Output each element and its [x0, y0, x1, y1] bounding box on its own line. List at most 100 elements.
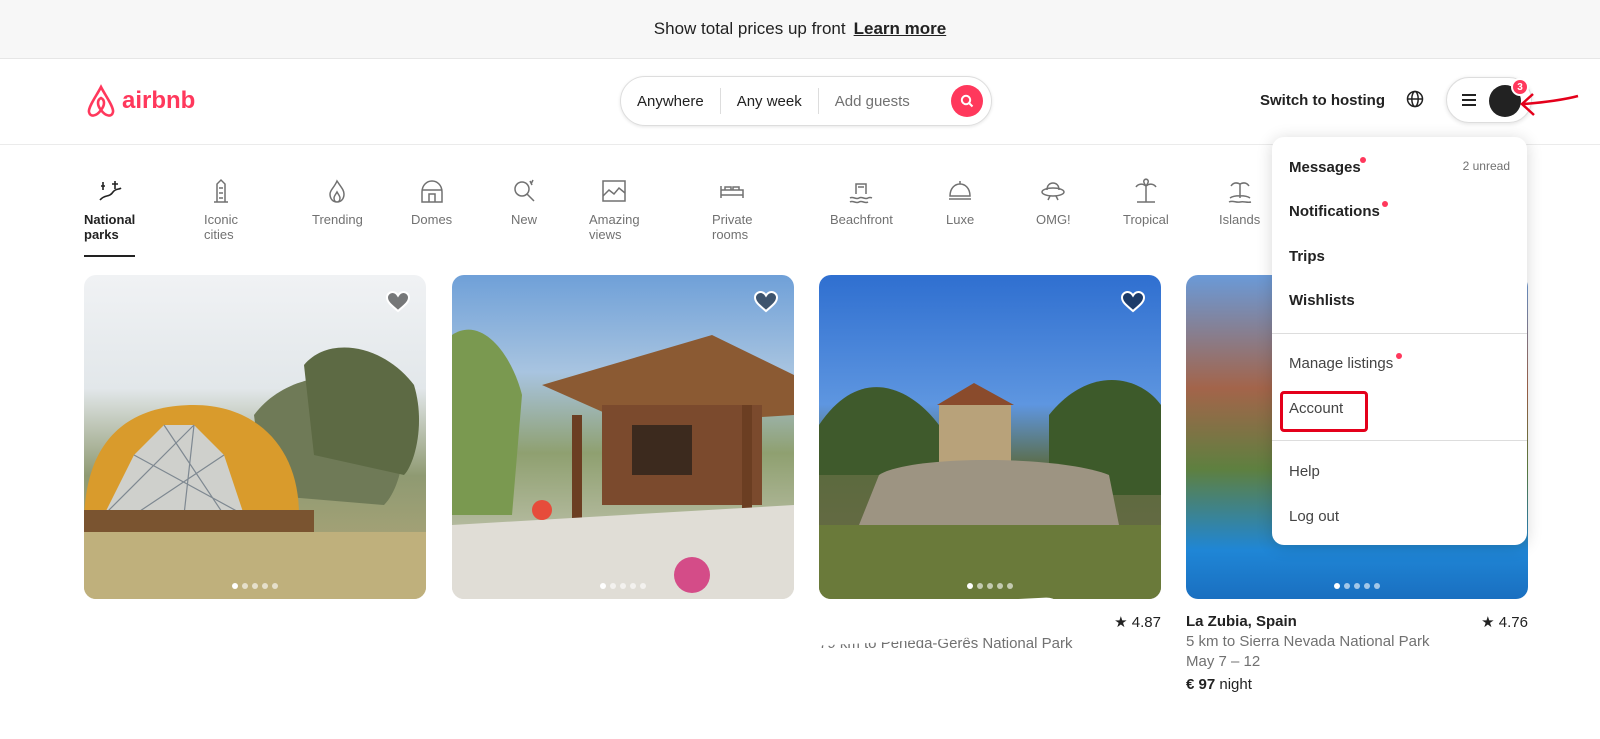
category-label: Islands [1219, 212, 1261, 227]
heart-icon[interactable] [754, 291, 778, 313]
menu-logout[interactable]: Log out [1289, 508, 1339, 525]
luxe-icon [949, 181, 972, 200]
airbnb-logo-icon [87, 84, 115, 117]
pergola-photo-illustration [452, 329, 794, 599]
category-private-rooms[interactable]: Private rooms [712, 178, 752, 242]
stone-tower-photo-illustration [819, 380, 1161, 599]
redaction-mark [700, 676, 920, 712]
category-omg[interactable]: OMG! [1036, 178, 1071, 227]
listing-card[interactable] [84, 275, 426, 599]
rating-value: 4.87 [1131, 614, 1161, 631]
menu-manage-listings[interactable]: Manage listings [1289, 355, 1393, 372]
carousel-dots [819, 583, 1161, 589]
menu-trips[interactable]: Trips [1289, 248, 1325, 265]
messages-unread-count: 2 unread [1462, 159, 1510, 173]
search-when[interactable]: Any week [721, 93, 818, 110]
category-label: Tropical [1123, 212, 1169, 227]
category-label: Beachfront [830, 212, 893, 227]
price-unit: night [1219, 676, 1252, 693]
listing-rating: ★ 4.87 [1114, 614, 1161, 631]
category-new[interactable]: New [511, 178, 537, 227]
category-domes[interactable]: Domes [411, 178, 452, 227]
menu-help[interactable]: Help [1289, 463, 1320, 480]
listing-rating: ★ 4.76 [1481, 614, 1528, 631]
search-bar[interactable]: Anywhere Any week Add guests [620, 76, 992, 126]
carousel-dots [84, 583, 426, 589]
category-iconic-cities[interactable]: Iconic cities [204, 178, 238, 242]
logo-text: airbnb [122, 87, 196, 114]
carousel-dots [1186, 583, 1528, 589]
iconic-cities-icon [213, 178, 228, 203]
category-islands[interactable]: Islands [1219, 178, 1260, 227]
menu-wishlists[interactable]: Wishlists [1289, 292, 1355, 309]
search-icon [960, 94, 974, 108]
category-beachfront[interactable]: Beachfront [830, 178, 893, 227]
category-national-parks[interactable]: National parks [84, 178, 136, 257]
listing-info: La Zubia, Spain ★ 4.76 5 km to Sierra Ne… [1186, 613, 1528, 693]
category-label: Trending [312, 212, 363, 227]
listing-card[interactable] [452, 275, 794, 599]
listing-photo[interactable] [819, 275, 1161, 599]
category-label: National parks [84, 212, 136, 242]
views-icon [602, 180, 627, 202]
dome-photo-illustration [84, 347, 426, 599]
menu-divider [1272, 333, 1527, 334]
redaction-mark [386, 664, 540, 714]
category-luxe[interactable]: Luxe [946, 178, 974, 227]
ufo-icon [1041, 182, 1066, 201]
unread-dot [1382, 201, 1388, 207]
annotation-arrow [1520, 93, 1579, 116]
learn-more-link[interactable]: Learn more [854, 19, 947, 39]
category-trending[interactable]: Trending [312, 178, 363, 227]
search-where[interactable]: Anywhere [621, 93, 720, 110]
menu-messages[interactable]: Messages [1289, 159, 1361, 176]
category-label: Amazing views [589, 212, 640, 242]
category-label: New [511, 212, 538, 227]
unread-dot [1360, 157, 1366, 163]
island-icon [1228, 182, 1251, 204]
listing-title: La Zubia, Spain [1186, 613, 1297, 630]
heart-icon[interactable] [1121, 291, 1145, 313]
carousel-dots [452, 583, 794, 589]
category-label: Domes [411, 212, 453, 227]
listing-distance: 5 km to Sierra Nevada National Park [1186, 633, 1430, 650]
category-label: Luxe [946, 212, 975, 227]
redaction-mark [66, 622, 324, 652]
listing-dates: May 7 – 12 [1186, 653, 1261, 670]
redaction-mark [678, 648, 956, 678]
flame-icon [329, 179, 346, 203]
user-menu-dropdown: Messages 2 unread Notifications Trips Wi… [1272, 137, 1527, 545]
hamburger-icon [1462, 94, 1476, 106]
switch-to-hosting-link[interactable]: Switch to hosting [1260, 92, 1385, 109]
category-label: Private rooms [712, 212, 753, 242]
listing-card[interactable]: ★ 4.87 79 km to Peneda-Gerês National Pa… [819, 275, 1161, 652]
category-amazing-views[interactable]: Amazing views [589, 178, 640, 242]
heart-icon[interactable] [386, 291, 410, 313]
search-button[interactable] [951, 85, 983, 117]
search-guests[interactable]: Add guests [819, 93, 926, 110]
banner-text: Show total prices up front [653, 19, 846, 38]
category-tropical[interactable]: Tropical [1123, 178, 1169, 227]
dome-icon [420, 180, 443, 203]
rating-value: 4.76 [1498, 614, 1528, 631]
price-value: € 97 [1186, 676, 1216, 693]
national-parks-icon [99, 181, 122, 201]
category-label: OMG! [1036, 212, 1071, 227]
price-banner: Show total prices up front Learn more [0, 0, 1600, 59]
redaction-mark [70, 684, 184, 708]
category-label: Iconic cities [204, 212, 238, 242]
new-icon [514, 179, 535, 202]
beach-icon [850, 183, 873, 204]
listing-price: € 97 night [1186, 676, 1528, 693]
bed-icon [720, 186, 744, 198]
menu-notifications[interactable]: Notifications [1289, 203, 1380, 220]
menu-divider [1272, 440, 1527, 441]
listing-photo[interactable] [452, 275, 794, 599]
unread-dot [1396, 353, 1402, 359]
globe-icon[interactable] [1406, 90, 1424, 113]
airbnb-logo[interactable]: airbnb [84, 83, 195, 119]
palm-icon [1135, 178, 1157, 203]
listing-photo[interactable] [84, 275, 426, 599]
site-header: airbnb Anywhere Any week Add guests Swit… [0, 59, 1600, 145]
annotation-highlight [1280, 391, 1368, 432]
